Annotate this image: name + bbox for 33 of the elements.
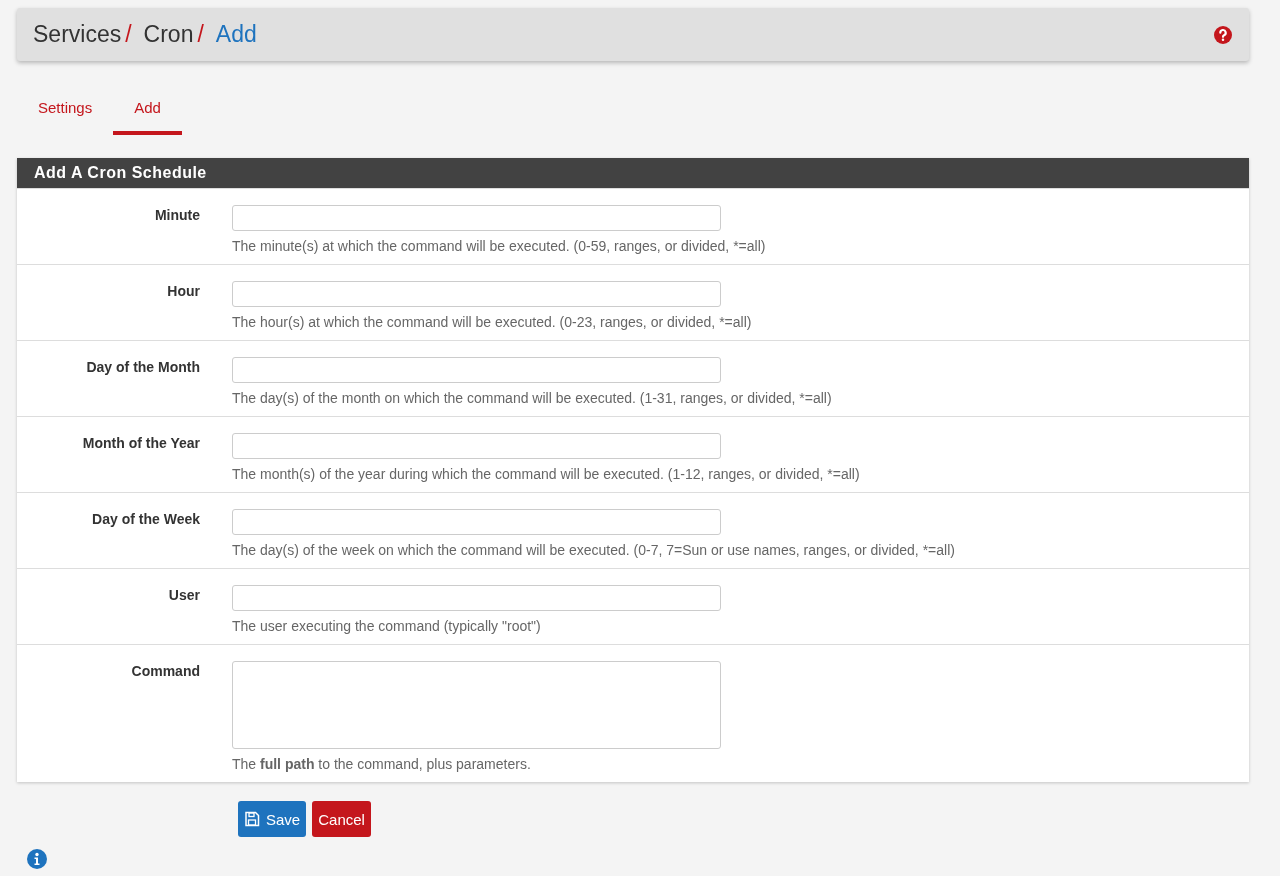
breadcrumb-link[interactable]: Cron: [143, 21, 194, 48]
input-field[interactable]: [232, 205, 721, 231]
field-label: Minute: [153, 206, 200, 225]
input-field[interactable]: [232, 433, 721, 459]
panel-title: Add A Cron Schedule: [17, 158, 1249, 188]
help-text: The day(s) of the month on which the command will be executed. (1-31, ranges, or divided, *=all): [232, 389, 832, 407]
breadcrumb-current: Add: [215, 21, 257, 48]
help-icon[interactable]: [1214, 25, 1232, 44]
breadcrumb-link[interactable]: Services: [33, 21, 122, 48]
help-text: The day(s) of the week on which the command will be executed. (0-7, 7=Sun or use names, ranges, or divided, *=all): [232, 541, 955, 559]
field-label: Month of the Year: [81, 434, 200, 453]
breadcrumb-separator: /: [197, 21, 204, 48]
input-field[interactable]: [232, 357, 721, 383]
input-field[interactable]: [232, 281, 721, 307]
field-label: Day of the Week: [91, 510, 200, 529]
help-text: The full path to the command, plus parameters.: [232, 755, 532, 773]
input-field[interactable]: [232, 585, 721, 611]
field-label: User: [167, 586, 200, 605]
tab[interactable]: Settings: [17, 89, 114, 135]
help-text: The user executing the command (typically "root"): [232, 617, 542, 635]
field-label: Command: [130, 662, 200, 681]
save-button[interactable]: Save: [238, 801, 307, 837]
info-icon[interactable]: [27, 849, 47, 869]
breadcrumb-separator: /: [125, 21, 132, 48]
help-text: The hour(s) at which the command will be executed. (0-23, ranges, or divided, *=all): [232, 313, 752, 331]
textarea-field[interactable]: [232, 661, 721, 749]
input-field[interactable]: [232, 509, 721, 535]
help-text: The month(s) of the year during which the command will be executed. (1-12, ranges, or divided, *=all): [232, 465, 860, 483]
cancel-button[interactable]: Cancel: [312, 801, 371, 837]
tab[interactable]: Add: [113, 89, 182, 135]
field-label: Hour: [166, 282, 200, 301]
field-label: Day of the Month: [85, 358, 200, 377]
help-text: The minute(s) at which the command will be executed. (0-59, ranges, or divided, *=all): [232, 237, 766, 255]
